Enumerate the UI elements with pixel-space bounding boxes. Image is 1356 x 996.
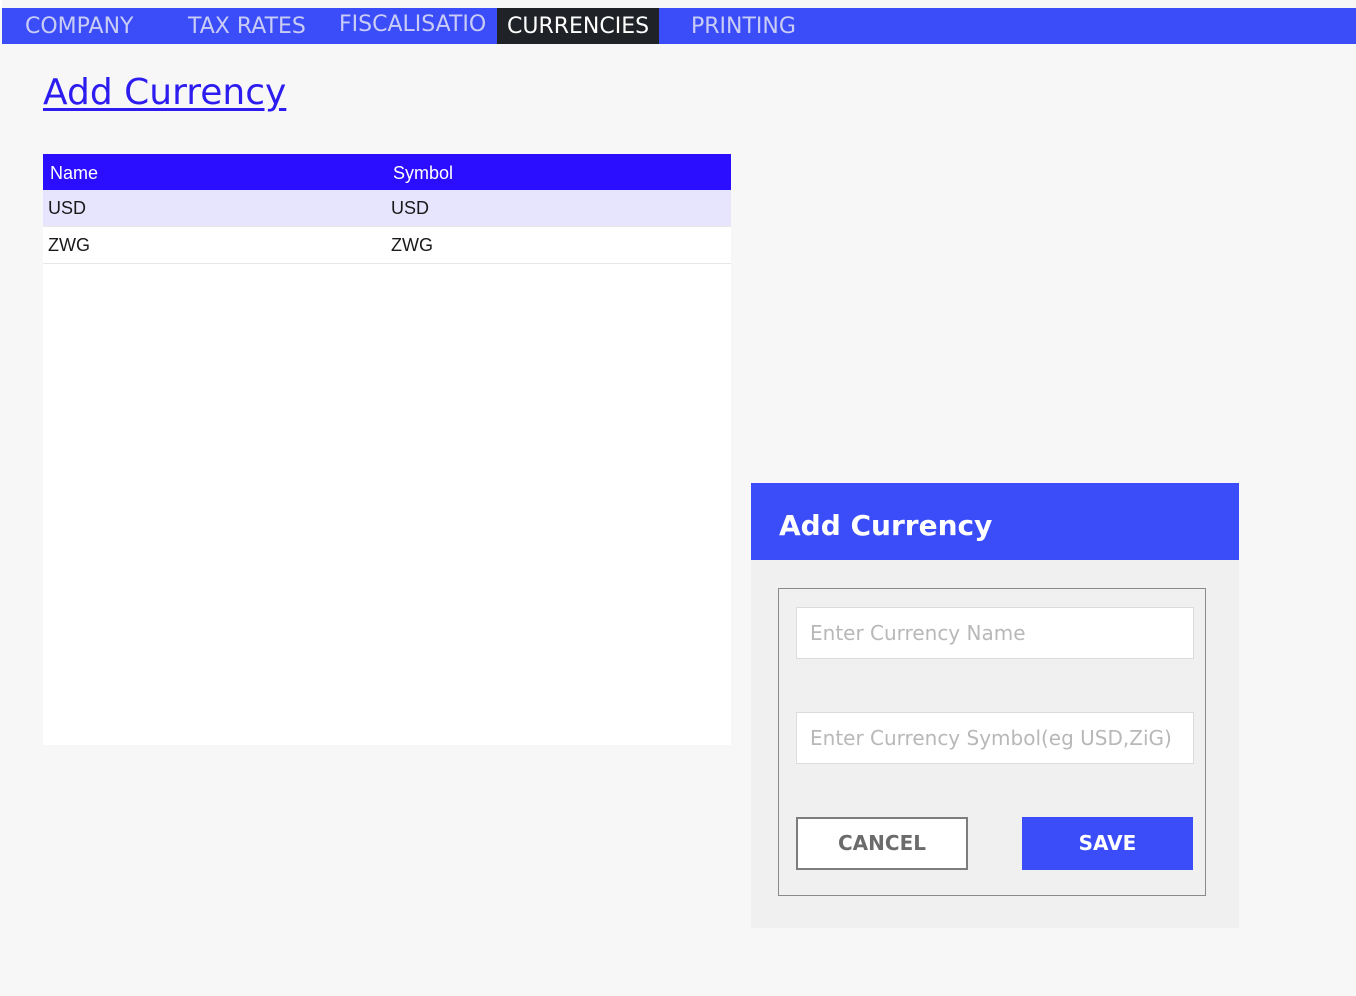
top-nav: COMPANY TAX RATES FISCALISATIO CURRENCIE… <box>2 8 1356 44</box>
column-header-name[interactable]: Name <box>50 163 98 184</box>
cell-symbol: USD <box>391 198 430 218</box>
table-row[interactable]: USD USD <box>43 190 731 227</box>
dialog-header: Add Currency <box>751 483 1239 560</box>
cell-name: USD <box>48 198 87 218</box>
dialog-title: Add Currency <box>779 509 993 542</box>
tab-tax-rates[interactable]: TAX RATES <box>188 8 306 44</box>
add-currency-dialog: Add Currency CANCEL SAVE <box>751 483 1239 928</box>
tab-fiscalisation[interactable]: FISCALISATIO <box>339 6 486 42</box>
save-button[interactable]: SAVE <box>1022 817 1193 870</box>
cancel-button[interactable]: CANCEL <box>796 817 968 870</box>
add-currency-link[interactable]: Add Currency <box>43 72 286 113</box>
cell-symbol: ZWG <box>391 235 433 255</box>
currency-name-input[interactable] <box>796 607 1194 659</box>
tab-currencies[interactable]: CURRENCIES <box>497 8 660 44</box>
cell-name: ZWG <box>48 235 90 255</box>
dialog-form: CANCEL SAVE <box>778 588 1206 896</box>
currency-table: Name Symbol USD USD ZWG ZWG <box>43 154 731 745</box>
column-header-symbol[interactable]: Symbol <box>393 163 453 184</box>
tab-company[interactable]: COMPANY <box>25 8 133 44</box>
tab-printing[interactable]: PRINTING <box>691 8 796 44</box>
currency-symbol-input[interactable] <box>796 712 1194 764</box>
table-header: Name Symbol <box>43 154 731 190</box>
table-row[interactable]: ZWG ZWG <box>43 227 731 264</box>
